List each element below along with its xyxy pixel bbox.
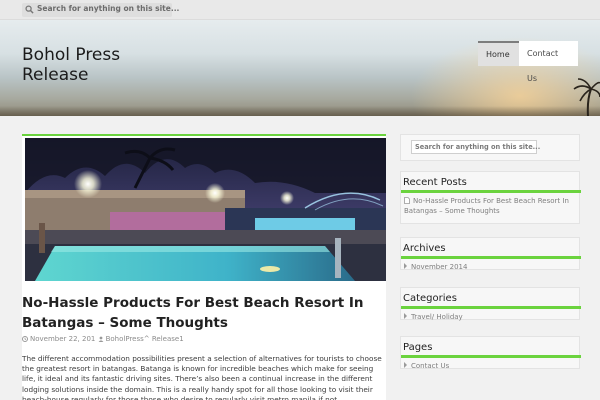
- top-search-input[interactable]: Search for anything on this site...: [22, 3, 179, 17]
- site-title-line2: Release: [22, 65, 89, 85]
- recent-post-item[interactable]: No-Hassle Products For Best Beach Resort…: [404, 196, 576, 216]
- top-bar: Search for anything on this site...: [0, 0, 600, 20]
- palm-tree-icon: [573, 78, 600, 116]
- widget-title-archives: Archives: [403, 243, 446, 254]
- widget-title-pages: Pages: [403, 342, 433, 353]
- site-title-line1: Bohol Press: [22, 45, 121, 65]
- post-body: The different accommodation possibilitie…: [22, 354, 382, 400]
- recent-post-link[interactable]: No-Hassle Products For Best Beach Resort…: [404, 197, 569, 215]
- widget-recent-posts: Recent Posts No-Hassle Products For Best…: [400, 171, 581, 224]
- widget-divider: [401, 190, 581, 193]
- top-search-placeholder: Search for anything on this site...: [37, 4, 180, 13]
- widget-divider: [401, 355, 581, 358]
- caret-right-icon: [404, 362, 407, 368]
- document-icon: [404, 197, 410, 204]
- site-title[interactable]: Bohol Press Release: [22, 45, 120, 85]
- widget-pages: Pages Contact Us: [400, 336, 581, 371]
- archive-item[interactable]: November 2014: [404, 262, 576, 272]
- post-author[interactable]: BoholPress^ Release1: [106, 335, 184, 343]
- sidebar-search-widget: Search for anything on this site...: [400, 134, 580, 161]
- post-title[interactable]: No-Hassle Products For Best Beach Resort…: [22, 293, 386, 333]
- horizon: [0, 106, 600, 116]
- caret-right-icon: [404, 263, 407, 269]
- archive-link[interactable]: November 2014: [411, 263, 467, 271]
- post-date[interactable]: November 22, 201: [30, 335, 95, 343]
- sidebar-search-input[interactable]: Search for anything on this site...: [411, 140, 541, 154]
- clock-icon: [22, 336, 28, 342]
- user-icon: [98, 336, 103, 342]
- category-item[interactable]: Travel/ Holiday: [404, 312, 576, 322]
- widget-title-categories: Categories: [403, 293, 457, 304]
- page-link[interactable]: Contact Us: [411, 362, 449, 370]
- nav-home[interactable]: Home: [478, 41, 519, 66]
- post-meta: November 22, 201 BoholPress^ Release1: [22, 335, 184, 343]
- widget-divider: [401, 306, 581, 309]
- header-banner: Bohol Press Release Home Contact Us: [0, 20, 600, 116]
- search-icon: [25, 5, 34, 14]
- caret-right-icon: [404, 313, 407, 319]
- featured-image[interactable]: [25, 138, 386, 281]
- widget-title-recent-posts: Recent Posts: [403, 177, 467, 188]
- page-item[interactable]: Contact Us: [404, 361, 576, 371]
- widget-divider: [401, 256, 581, 259]
- widget-archives: Archives November 2014: [400, 237, 581, 272]
- nav-contact-us[interactable]: Contact Us: [519, 41, 578, 83]
- widget-categories: Categories Travel/ Holiday: [400, 287, 581, 322]
- sidebar-search-placeholder: Search for anything on this site...: [415, 143, 541, 151]
- main-content: No-Hassle Products For Best Beach Resort…: [22, 134, 386, 400]
- main-nav: Home Contact Us: [478, 41, 578, 83]
- category-link[interactable]: Travel/ Holiday: [411, 313, 463, 321]
